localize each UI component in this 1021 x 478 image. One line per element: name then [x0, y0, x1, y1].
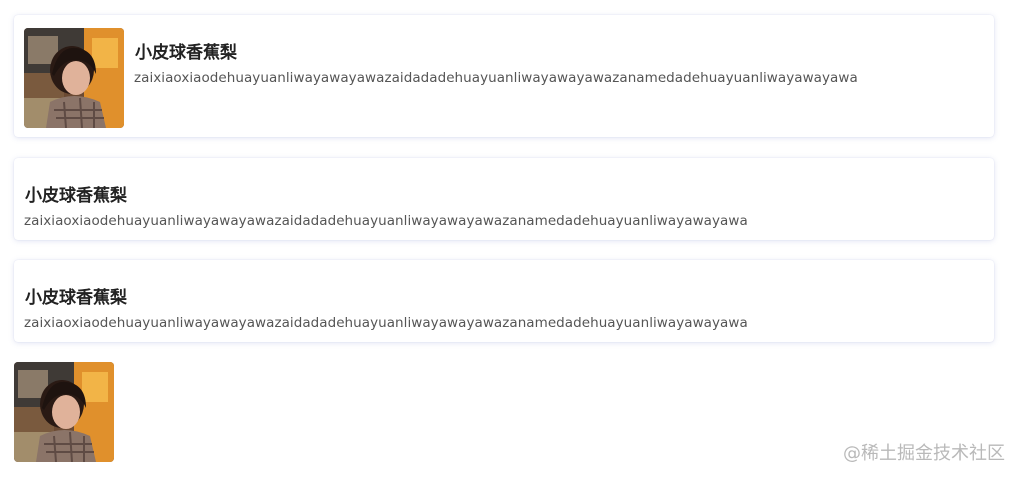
card-description: zaixiaoxiaodehuayuanliwayawayawazaidadad…	[24, 315, 748, 331]
card-description: zaixiaoxiaodehuayuanliwayawayawazaidadad…	[134, 70, 858, 86]
card-title: 小皮球香蕉梨	[25, 186, 127, 206]
watermark-text: @稀土掘金技术社区	[843, 443, 1005, 464]
card-title: 小皮球香蕉梨	[135, 43, 237, 63]
card-text-only[interactable]: 小皮球香蕉梨 zaixiaoxiaodehuayuanliwayawayawaz…	[14, 158, 994, 240]
card-with-image[interactable]: 小皮球香蕉梨 zaixiaoxiaodehuayuanliwayawayawaz…	[14, 15, 994, 137]
card-title: 小皮球香蕉梨	[25, 288, 127, 308]
card-description: zaixiaoxiaodehuayuanliwayawayawazaidadad…	[24, 213, 748, 229]
card-thumbnail-image	[24, 28, 124, 128]
card-text-only[interactable]: 小皮球香蕉梨 zaixiaoxiaodehuayuanliwayawayawaz…	[14, 260, 994, 342]
page: 小皮球香蕉梨 zaixiaoxiaodehuayuanliwayawayawaz…	[0, 0, 1021, 478]
standalone-image	[14, 362, 114, 462]
